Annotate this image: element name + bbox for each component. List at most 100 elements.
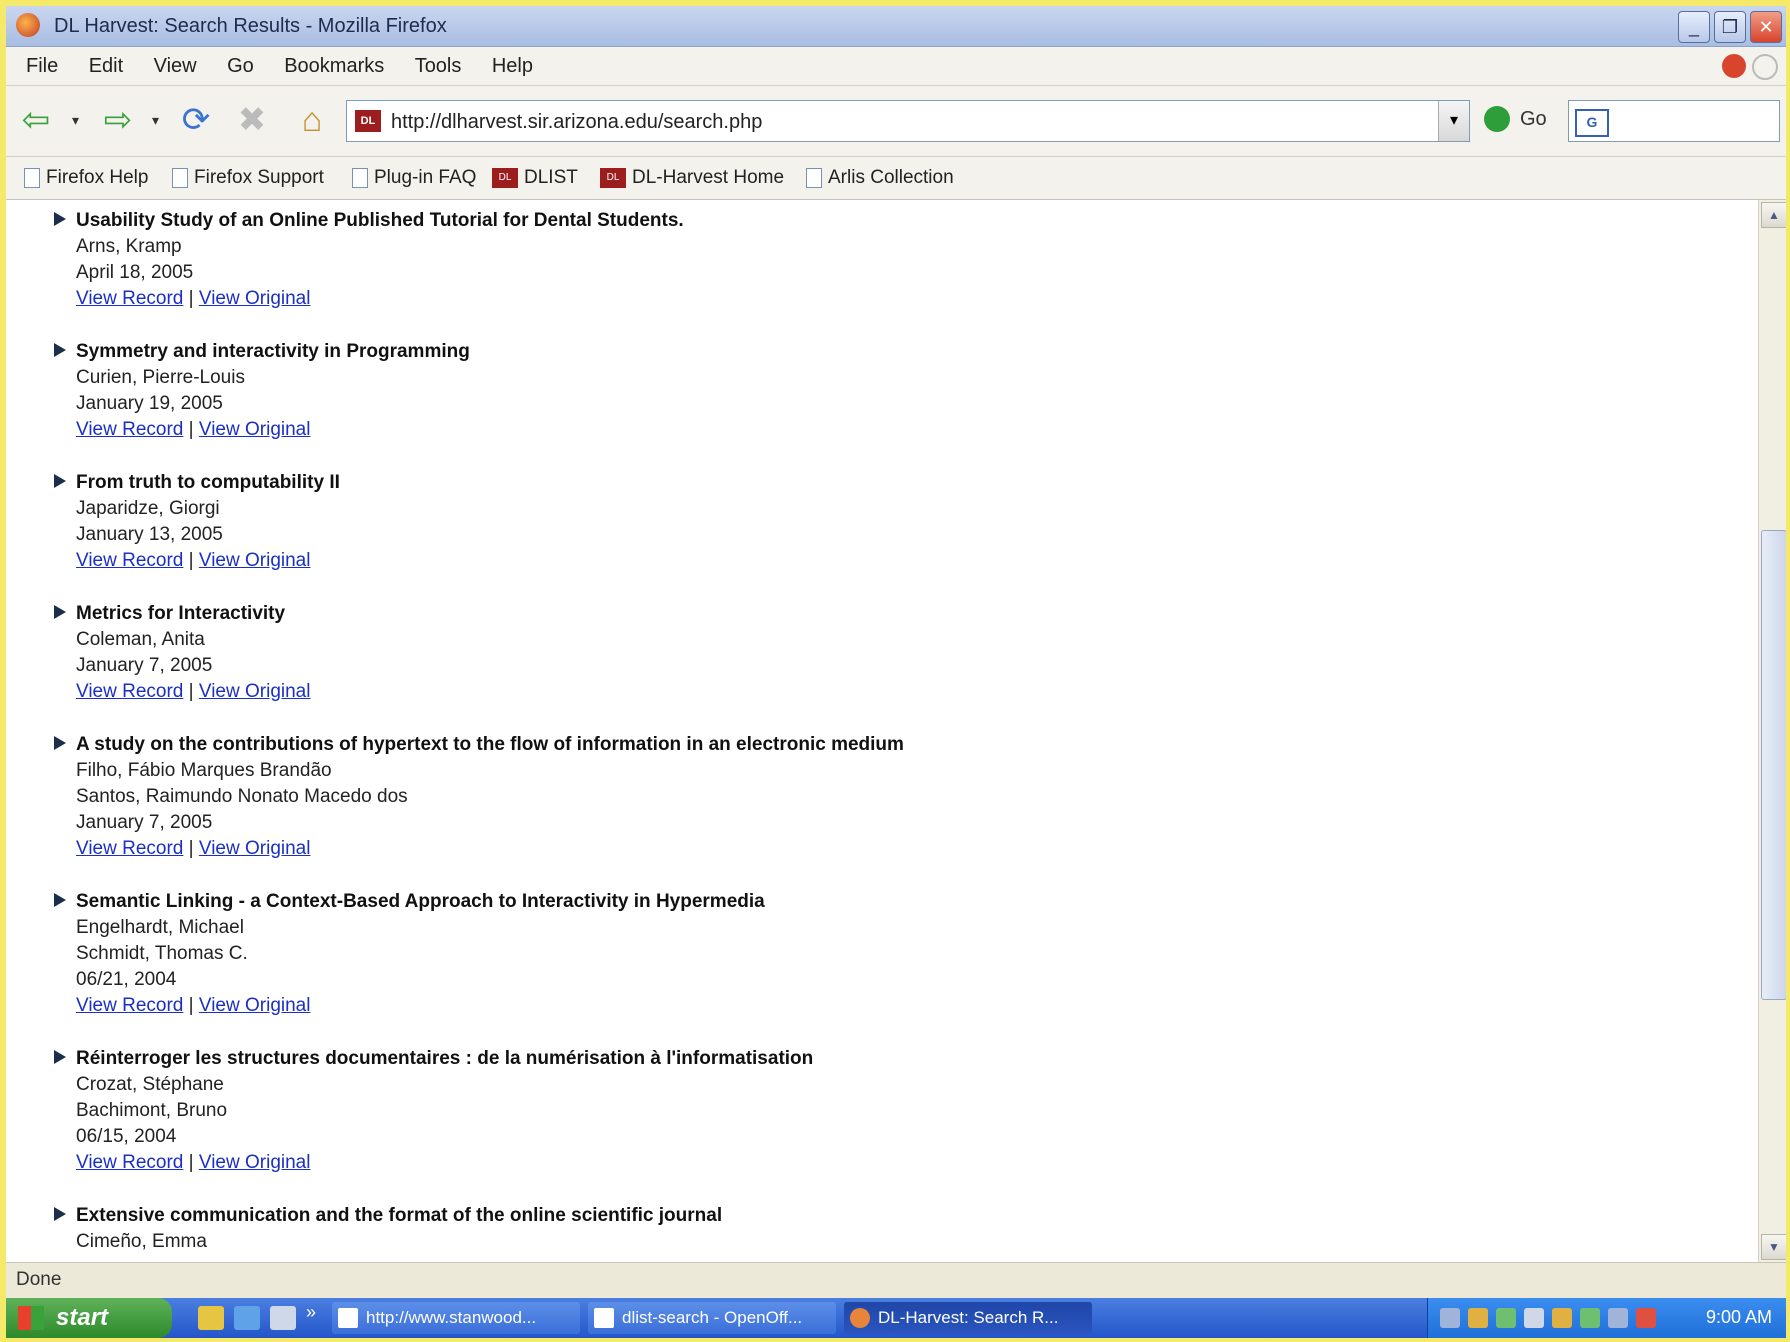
- result-author: Arns, Kramp: [76, 236, 182, 257]
- page-icon: [172, 167, 188, 188]
- restore-button[interactable]: ❐: [1714, 11, 1746, 43]
- result-date: April 18, 2005: [76, 262, 194, 283]
- tray-app-icon[interactable]: [1552, 1308, 1572, 1328]
- result-links: View Record | View Original: [76, 1152, 310, 1174]
- bookmark-label: DLIST: [524, 167, 578, 188]
- bookmark-label: DL-Harvest Home: [632, 167, 785, 188]
- dl-icon: DL: [600, 167, 626, 188]
- home-icon[interactable]: ⌂: [292, 100, 332, 140]
- url-input[interactable]: [389, 107, 1393, 137]
- result-links: View Record | View Original: [76, 288, 310, 310]
- search-box[interactable]: G: [1568, 100, 1780, 142]
- bookmark-label: Arlis Collection: [828, 167, 954, 188]
- result-title: Réinterroger les structures documentaire…: [76, 1048, 814, 1069]
- go-icon[interactable]: [1484, 106, 1510, 132]
- view-original-link[interactable]: View Original: [199, 838, 311, 859]
- back-arrow-icon[interactable]: ⇦: [16, 100, 56, 140]
- system-clock: 9:00 AM: [1705, 1307, 1772, 1327]
- quicklaunch-desktop-icon[interactable]: [270, 1306, 296, 1330]
- view-record-link[interactable]: View Record: [76, 550, 183, 571]
- stop-loading-icon: [1722, 54, 1746, 78]
- bullet-arrow-icon: [54, 1207, 66, 1221]
- bullet-arrow-icon: [54, 212, 66, 226]
- bullet-arrow-icon: [54, 893, 66, 907]
- menu-bar: File Edit View Go Bookmarks Tools Help: [6, 47, 1786, 86]
- url-history-dropdown[interactable]: ▾: [1438, 101, 1469, 141]
- menu-tools[interactable]: Tools: [409, 55, 468, 78]
- view-record-link[interactable]: View Record: [76, 838, 183, 859]
- menu-bookmarks[interactable]: Bookmarks: [278, 55, 390, 78]
- bookmark-dl-harvest-home[interactable]: DL DL-Harvest Home: [600, 167, 784, 189]
- link-separator: |: [188, 288, 194, 309]
- go-button-label[interactable]: Go: [1520, 108, 1547, 131]
- taskbar-item-firefox[interactable]: DL-Harvest: Search R...: [844, 1302, 1092, 1334]
- bullet-arrow-icon: [54, 474, 66, 488]
- bookmark-plugin-faq[interactable]: Plug-in FAQ: [352, 167, 476, 189]
- stop-icon[interactable]: ✖: [232, 100, 272, 140]
- start-button[interactable]: start: [6, 1298, 172, 1338]
- view-record-link[interactable]: View Record: [76, 995, 183, 1016]
- result-title: From truth to computability II: [76, 472, 340, 493]
- tray-app-icon[interactable]: [1468, 1308, 1488, 1328]
- back-dropdown-icon[interactable]: ▾: [72, 112, 79, 129]
- menu-go[interactable]: Go: [221, 55, 260, 78]
- menu-help[interactable]: Help: [486, 55, 539, 78]
- bookmark-dlist[interactable]: DL DLIST: [492, 167, 578, 189]
- menu-view[interactable]: View: [148, 55, 203, 78]
- taskbar-item-openoffice[interactable]: dlist-search - OpenOff...: [588, 1302, 836, 1334]
- tray-app-icon[interactable]: [1496, 1308, 1516, 1328]
- task-label: dlist-search - OpenOff...: [622, 1308, 803, 1327]
- view-record-link[interactable]: View Record: [76, 681, 183, 702]
- tray-network-icon[interactable]: [1440, 1308, 1460, 1328]
- tray-app-icon[interactable]: [1580, 1308, 1600, 1328]
- close-button[interactable]: ✕: [1750, 11, 1782, 43]
- menu-file[interactable]: File: [20, 55, 64, 78]
- result-links: View Record | View Original: [76, 681, 310, 703]
- tray-app-icon[interactable]: [1608, 1308, 1628, 1328]
- tray-app-icon[interactable]: [1524, 1308, 1544, 1328]
- bookmark-label: Firefox Help: [46, 167, 149, 188]
- view-original-link[interactable]: View Original: [199, 550, 311, 571]
- view-original-link[interactable]: View Original: [199, 995, 311, 1016]
- bookmark-label: Plug-in FAQ: [374, 167, 477, 188]
- view-original-link[interactable]: View Original: [199, 681, 311, 702]
- search-engine-icon[interactable]: G: [1575, 109, 1609, 137]
- result-links: View Record | View Original: [76, 838, 310, 860]
- bullet-arrow-icon: [54, 1050, 66, 1064]
- forward-arrow-icon[interactable]: ⇨: [98, 100, 138, 140]
- result-date: January 7, 2005: [76, 812, 213, 833]
- view-original-link[interactable]: View Original: [199, 288, 311, 309]
- view-original-link[interactable]: View Original: [199, 1152, 311, 1173]
- tray-app-icon[interactable]: [1636, 1308, 1656, 1328]
- status-bar: Done: [6, 1262, 1786, 1297]
- result-author: Filho, Fábio Marques Brandão: [76, 760, 332, 781]
- bookmark-label: Firefox Support: [194, 167, 324, 188]
- menu-edit[interactable]: Edit: [83, 55, 129, 78]
- result-title: Usability Study of an Online Published T…: [76, 210, 684, 231]
- quicklaunch-icon[interactable]: [198, 1306, 224, 1330]
- result-date: January 13, 2005: [76, 524, 223, 545]
- quicklaunch-ie-icon[interactable]: [234, 1306, 260, 1330]
- task-label: http://www.stanwood...: [366, 1308, 537, 1327]
- taskbar-item-browser-window[interactable]: http://www.stanwood...: [332, 1302, 580, 1334]
- forward-dropdown-icon[interactable]: ▾: [152, 112, 159, 129]
- bookmark-arlis-collection[interactable]: Arlis Collection: [806, 167, 954, 189]
- quicklaunch-overflow-icon[interactable]: »: [306, 1302, 316, 1323]
- bookmark-firefox-help[interactable]: Firefox Help: [24, 167, 148, 189]
- view-record-link[interactable]: View Record: [76, 419, 183, 440]
- bullet-arrow-icon: [54, 736, 66, 750]
- reload-icon[interactable]: ⟳: [176, 100, 216, 140]
- scroll-up-icon[interactable]: ▲: [1761, 202, 1786, 228]
- view-original-link[interactable]: View Original: [199, 419, 311, 440]
- minimize-button[interactable]: _: [1678, 11, 1710, 43]
- bookmark-firefox-support[interactable]: Firefox Support: [172, 167, 324, 189]
- browser-window: DL Harvest: Search Results - Mozilla Fir…: [6, 6, 1786, 1338]
- firefox-icon: [850, 1308, 870, 1328]
- vertical-scrollbar[interactable]: ▲ ▼: [1758, 200, 1786, 1262]
- result-title: Extensive communication and the format o…: [76, 1205, 723, 1226]
- link-separator: |: [188, 995, 194, 1016]
- view-record-link[interactable]: View Record: [76, 288, 183, 309]
- view-record-link[interactable]: View Record: [76, 1152, 183, 1173]
- scroll-thumb[interactable]: [1761, 530, 1786, 1000]
- scroll-down-icon[interactable]: ▼: [1761, 1234, 1786, 1260]
